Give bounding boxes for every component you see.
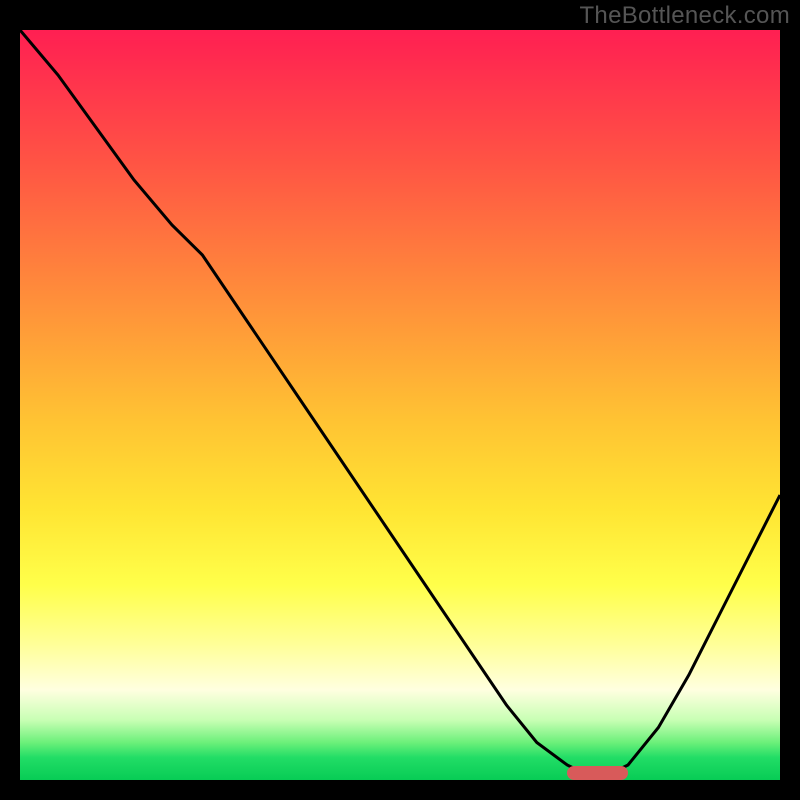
gradient-plot: [20, 30, 780, 780]
chart-frame: TheBottleneck.com: [0, 0, 800, 800]
attribution-text: TheBottleneck.com: [579, 2, 790, 30]
curve-path: [20, 30, 780, 780]
optimum-marker: [567, 766, 628, 780]
bottleneck-curve: [20, 30, 780, 780]
